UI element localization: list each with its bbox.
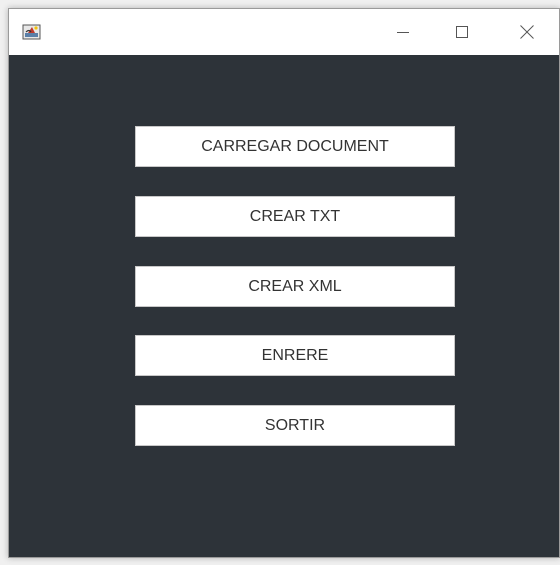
minimize-icon (397, 26, 409, 38)
exit-button[interactable]: SORTIR (135, 405, 455, 446)
close-icon (520, 25, 534, 39)
maximize-button[interactable] (439, 9, 485, 55)
title-bar[interactable] (9, 9, 559, 55)
minimize-button[interactable] (380, 9, 426, 55)
app-window: CARREGAR DOCUMENT CREAR TXT CREAR XML EN… (8, 8, 560, 558)
close-button[interactable] (504, 9, 550, 55)
back-button[interactable]: ENRERE (135, 335, 455, 376)
load-document-button[interactable]: CARREGAR DOCUMENT (135, 126, 455, 167)
create-xml-button[interactable]: CREAR XML (135, 266, 455, 307)
main-panel: CARREGAR DOCUMENT CREAR TXT CREAR XML EN… (9, 55, 559, 557)
maximize-icon (456, 26, 468, 38)
create-txt-button[interactable]: CREAR TXT (135, 196, 455, 237)
java-app-icon (22, 23, 42, 41)
